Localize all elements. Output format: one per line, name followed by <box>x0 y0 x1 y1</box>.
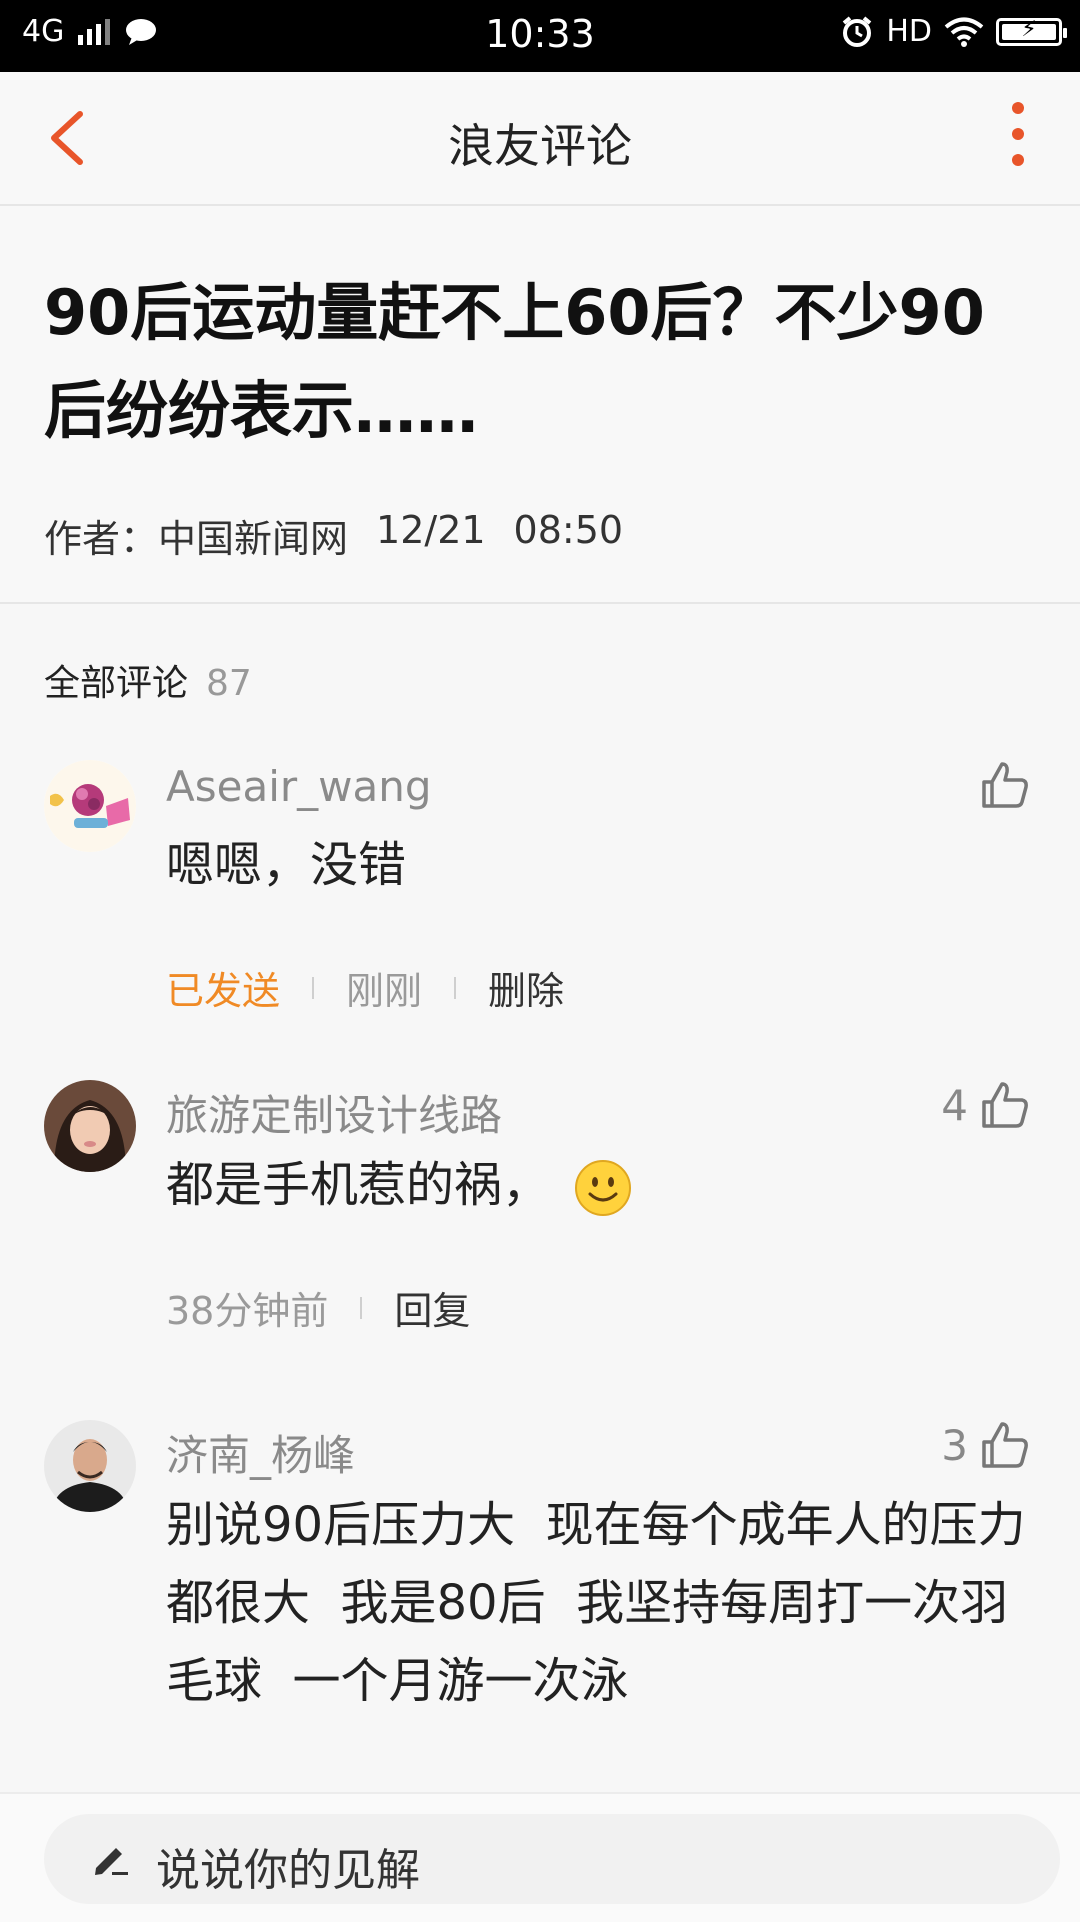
comment-input[interactable]: 说说你的见解 <box>44 1814 1060 1904</box>
more-vertical-icon[interactable] <box>1008 102 1028 174</box>
like-count: 3 <box>941 1421 968 1470</box>
comment-item: Aseair_wang 嗯嗯，没错 已发送 刚刚 删除 <box>0 760 1080 1020</box>
comment-body: 嗯嗯，没错 <box>166 837 407 893</box>
comments-section-title: 全部评论 87 <box>44 654 252 706</box>
avatar[interactable] <box>44 1080 136 1172</box>
nav-bar: 浪友评论 <box>0 72 1080 206</box>
thumbs-up-icon <box>982 762 1028 808</box>
author-name: 中国新闻网 <box>158 517 349 561</box>
article-time: 08:50 <box>513 508 624 552</box>
like-count: 4 <box>941 1081 968 1130</box>
smiley-face-icon <box>575 1160 632 1216</box>
divider <box>312 976 315 999</box>
comment-placeholder: 说说你的见解 <box>156 1845 420 1896</box>
battery-charging-icon: ⚡ <box>996 17 1067 46</box>
divider <box>360 1296 363 1319</box>
article-header: 90后运动量赶不上60后？不少90后纷纷表示…… 作者：中国新闻网 12/21 … <box>0 206 1080 604</box>
comment-username[interactable]: 旅游定制设计线路 <box>166 1082 502 1143</box>
comments-count: 87 <box>206 663 252 704</box>
sent-status: 已发送 <box>166 969 281 1013</box>
thumbs-up-icon <box>982 1422 1028 1468</box>
comment-body: 都是手机惹的祸， <box>166 1157 551 1213</box>
page-title: 浪友评论 <box>448 119 632 173</box>
pencil-icon <box>95 1848 128 1875</box>
author-label: 作者： <box>44 517 159 561</box>
thumbs-up-icon <box>982 1082 1028 1128</box>
comment-time: 刚刚 <box>346 969 423 1013</box>
comment-item: 济南_杨峰 3 别说90后压力大 现在每个成年人的压力都很大 我是80后 我坚持… <box>0 1420 1080 1760</box>
article-date: 12/21 <box>376 508 486 552</box>
comment-username[interactable]: Aseair_wang <box>166 762 432 811</box>
wifi-icon <box>944 17 984 47</box>
like-button[interactable]: 3 <box>941 1420 1030 1470</box>
like-button[interactable]: 4 <box>941 1080 1030 1130</box>
comment-body: 别说90后压力大 现在每个成年人的压力都很大 我是80后 我坚持每周打一次羽毛球… <box>166 1497 1026 1709</box>
like-button[interactable] <box>968 760 1030 810</box>
comment-item: 旅游定制设计线路 4 都是手机惹的祸， 38分钟前 回复 <box>0 1080 1080 1340</box>
article-meta: 作者：中国新闻网 12/21 08:50 <box>44 508 623 563</box>
comment-username[interactable]: 济南_杨峰 <box>166 1422 355 1483</box>
status-bar: 4G 10:33 HD ⚡ <box>0 0 1080 72</box>
comment-body-row: 都是手机惹的祸， <box>166 1146 1036 1224</box>
comment-actions: 已发送 刚刚 删除 <box>166 960 564 1015</box>
reply-button[interactable]: 回复 <box>394 1280 470 1335</box>
avatar[interactable] <box>44 1420 136 1512</box>
comment-time: 38分钟前 <box>166 1289 329 1333</box>
avatar[interactable] <box>44 760 136 852</box>
alarm-icon <box>843 15 872 47</box>
comments-label: 全部评论 <box>44 663 189 704</box>
comment-composer-bar: 说说你的见解 <box>0 1792 1080 1922</box>
hd-label: HD <box>886 14 932 49</box>
comment-actions: 38分钟前 回复 <box>166 1280 470 1335</box>
divider <box>454 976 457 999</box>
delete-button[interactable]: 删除 <box>488 960 564 1015</box>
article-headline: 90后运动量赶不上60后？不少90后纷纷表示…… <box>44 276 985 447</box>
